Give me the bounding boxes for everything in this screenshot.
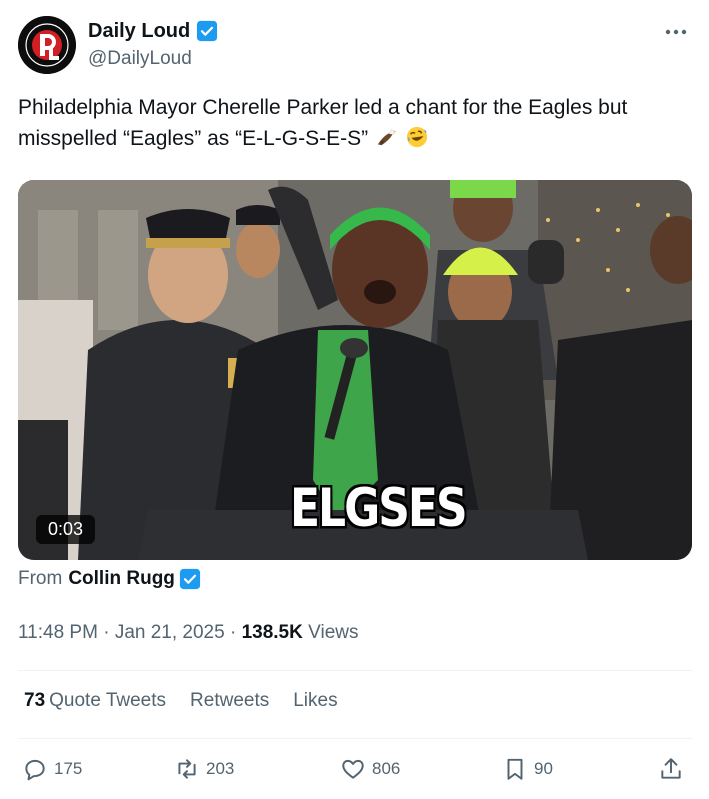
like-button[interactable]: 806 (340, 756, 400, 782)
tweet-body: Philadelphia Mayor Cherelle Parker led a… (18, 96, 628, 150)
daily-loud-logo-icon (18, 16, 76, 74)
more-options-button[interactable] (662, 18, 690, 46)
tweet-text: Philadelphia Mayor Cherelle Parker led a… (18, 92, 694, 154)
video-player[interactable]: ELGSES 0:03 (18, 180, 692, 560)
media-attribution: From Collin Rugg (18, 568, 201, 590)
views-label: Views (308, 622, 359, 643)
reply-button[interactable]: 175 (22, 756, 82, 782)
more-dots-icon (665, 29, 687, 35)
author-display-name[interactable]: Daily Loud (88, 18, 190, 44)
from-author-name[interactable]: Collin Rugg (68, 568, 175, 590)
tweet-date[interactable]: Jan 21, 2025 (115, 622, 225, 643)
reply-count: 175 (54, 759, 83, 778)
retweets-link[interactable]: Retweets (190, 690, 269, 712)
from-label: From (18, 568, 63, 589)
retweet-button[interactable]: 203 (174, 756, 234, 782)
heart-icon (342, 759, 364, 779)
video-duration: 0:03 (36, 515, 96, 544)
bookmark-count: 90 (534, 759, 553, 778)
action-bar: 175 203 806 90 (22, 756, 690, 786)
reply-icon (25, 759, 45, 781)
retweet-count: 203 (206, 759, 235, 778)
eagle-emoji-icon (377, 129, 397, 146)
tweet-meta: 11:48 PM · Jan 21, 2025 · 138.5K Views (18, 622, 358, 644)
views-count: 138.5K (241, 622, 303, 643)
likes-link[interactable]: Likes (293, 690, 337, 712)
verified-badge-icon (197, 20, 218, 42)
meta-separator: · (229, 622, 237, 643)
quote-label: Quote Tweets (49, 690, 167, 711)
quote-tweets-link[interactable]: 73 Quote Tweets (24, 690, 166, 712)
video-caption: ELGSES (290, 478, 468, 540)
retweet-icon (178, 759, 196, 779)
divider (18, 670, 692, 671)
divider (18, 738, 692, 739)
bookmark-icon (507, 758, 523, 780)
meta-separator: · (103, 622, 110, 643)
author-handle[interactable]: @DailyLoud (88, 46, 218, 72)
share-button[interactable] (658, 756, 690, 782)
tweet-time[interactable]: 11:48 PM (18, 622, 98, 643)
quote-count: 73 (24, 690, 46, 711)
tweet-header: Daily Loud @DailyLoud (18, 16, 692, 76)
share-icon (661, 758, 681, 779)
bookmark-button[interactable]: 90 (502, 756, 553, 782)
engagement-stats: 73 Quote Tweets Retweets Likes (24, 690, 338, 712)
author-name-row[interactable]: Daily Loud (88, 18, 218, 44)
verified-badge-icon (179, 568, 201, 590)
avatar[interactable] (18, 16, 76, 74)
like-count: 806 (372, 759, 401, 778)
rolling-laughing-emoji-icon (406, 126, 427, 148)
